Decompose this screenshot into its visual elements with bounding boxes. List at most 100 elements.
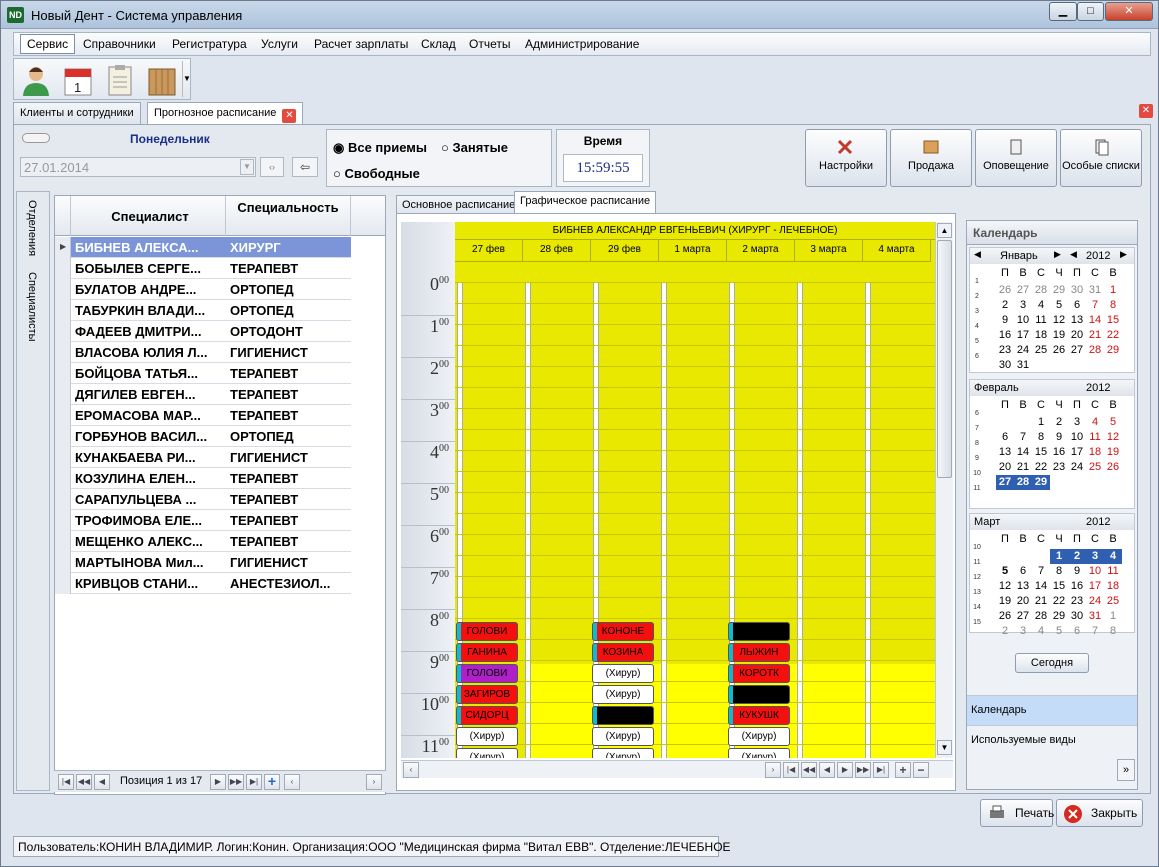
calendar-day[interactable]: 8: [1104, 298, 1122, 313]
appointment[interactable]: СИДОРЦ: [456, 706, 518, 725]
calendar-day[interactable]: 16: [996, 328, 1014, 343]
table-row[interactable]: МАРТЫНОВА Мил... ГИГИЕНИСТ: [55, 552, 351, 573]
appointment[interactable]: (Хирур): [592, 664, 654, 683]
menu-services[interactable]: Услуги: [261, 37, 298, 51]
appointment[interactable]: [592, 706, 654, 725]
calendar-day[interactable]: 28: [1032, 283, 1050, 298]
menu-service[interactable]: Сервис: [20, 34, 76, 54]
menu-registry[interactable]: Регистратура: [172, 37, 247, 51]
calendar-day[interactable]: 14: [1086, 313, 1104, 328]
calendar-day[interactable]: 6: [1068, 298, 1086, 313]
calendar-day[interactable]: 3: [1086, 549, 1104, 564]
calendar-day[interactable]: 3: [1014, 624, 1032, 639]
nav-calendar[interactable]: Календарь: [967, 695, 1137, 725]
calendar-day[interactable]: 27: [1014, 283, 1032, 298]
calendar-day[interactable]: 23: [1050, 460, 1068, 475]
maximize-button[interactable]: □: [1077, 2, 1104, 21]
calendar-day[interactable]: 16: [1050, 445, 1068, 460]
next-month-icon[interactable]: ▶: [1054, 249, 1061, 260]
calendar-day[interactable]: 3: [1014, 298, 1032, 313]
minimize-button[interactable]: ▁: [1049, 2, 1077, 21]
toolbar-dropdown-icon[interactable]: ▼: [182, 61, 191, 97]
date-field[interactable]: 27.01.2014 ▼: [20, 157, 256, 177]
appointment[interactable]: [728, 685, 790, 704]
first-icon[interactable]: |◀: [58, 774, 74, 790]
calendar-day[interactable]: 10: [1068, 430, 1086, 445]
calendar-day[interactable]: 24: [1068, 460, 1086, 475]
prev-month-icon[interactable]: ◀: [974, 249, 981, 260]
prev-page-icon[interactable]: ◀◀: [76, 774, 92, 790]
table-row[interactable]: ТАБУРКИН ВЛАДИ... ОРТОПЕД: [55, 300, 351, 321]
calendar-day[interactable]: 8: [1050, 564, 1068, 579]
calendar-day[interactable]: 4: [1032, 298, 1050, 313]
calendar-day[interactable]: 7: [1086, 298, 1104, 313]
calendar-day[interactable]: 13: [1068, 313, 1086, 328]
menu-references[interactable]: Справочники: [83, 37, 156, 51]
menu-reports[interactable]: Отчеты: [469, 37, 510, 51]
calendar-day[interactable]: 6: [996, 430, 1014, 445]
back-arrow-icon[interactable]: ⇦: [292, 157, 318, 177]
menu-warehouse[interactable]: Склад: [421, 37, 456, 51]
calendar-day[interactable]: 22: [1104, 328, 1122, 343]
calendar-day[interactable]: 5: [996, 564, 1014, 579]
col-specialist[interactable]: Специалист: [75, 209, 225, 224]
appointment[interactable]: (Хирур): [592, 727, 654, 746]
first-icon[interactable]: |◀: [783, 762, 799, 778]
calendar-day[interactable]: 21: [1014, 460, 1032, 475]
calendar-day[interactable]: 3: [1068, 415, 1086, 430]
calendar-day[interactable]: 11: [1086, 430, 1104, 445]
calendar-day[interactable]: 26: [996, 283, 1014, 298]
remove-icon[interactable]: −: [913, 762, 929, 778]
calendar-day[interactable]: 1: [1050, 549, 1068, 564]
table-row[interactable]: ГОРБУНОВ ВАСИЛ... ОРТОПЕД: [55, 426, 351, 447]
calendar-day[interactable]: 26: [996, 609, 1014, 624]
day-header[interactable]: 2 марта: [727, 240, 795, 262]
calendar-day[interactable]: 28: [1086, 343, 1104, 358]
radio-busy[interactable]: ○ Занятые: [441, 140, 508, 155]
appointment[interactable]: ГОЛОВИ: [456, 664, 518, 683]
calendar-day[interactable]: 19: [996, 594, 1014, 609]
close-all-icon[interactable]: ✕: [1139, 104, 1153, 118]
calendar-day[interactable]: 27: [1068, 343, 1086, 358]
appointment[interactable]: [728, 622, 790, 641]
calendar-day[interactable]: 23: [996, 343, 1014, 358]
print-button[interactable]: Печать: [980, 799, 1054, 827]
scroll-right-icon[interactable]: ›: [366, 774, 382, 790]
next-page-icon[interactable]: ▶▶: [855, 762, 871, 778]
appointment[interactable]: (Хирур): [456, 748, 518, 758]
calendar-day[interactable]: 13: [1014, 579, 1032, 594]
close-window-button[interactable]: ✕: [1105, 2, 1153, 21]
scroll-left-icon[interactable]: ‹: [284, 774, 300, 790]
calendar-day[interactable]: 1: [1104, 283, 1122, 298]
chevron-down-icon[interactable]: ▼: [240, 159, 254, 175]
radio-all[interactable]: ◉ Все приемы: [333, 140, 427, 156]
tab-departments[interactable]: Отделения: [26, 200, 38, 256]
calendar-day[interactable]: 28: [1032, 609, 1050, 624]
table-row[interactable]: ФАДЕЕВ ДМИТРИ... ОРТОДОНТ: [55, 321, 351, 342]
calendar-day[interactable]: 5: [1104, 415, 1122, 430]
calendar-day[interactable]: 21: [1032, 594, 1050, 609]
appointment[interactable]: КОРОТК: [728, 664, 790, 683]
calendar-day[interactable]: 25: [1104, 594, 1122, 609]
add-icon[interactable]: +: [264, 774, 280, 790]
calendar-day[interactable]: 20: [1014, 594, 1032, 609]
day-header[interactable]: 27 фев: [455, 240, 523, 262]
clipboard-icon[interactable]: [104, 63, 136, 97]
last-icon[interactable]: ▶|: [873, 762, 889, 778]
table-row[interactable]: КУНАКБАЕВА РИ... ГИГИЕНИСТ: [55, 447, 351, 468]
today-button[interactable]: Сегодня: [1015, 653, 1089, 673]
calendar-day[interactable]: 11: [1032, 313, 1050, 328]
next-year-icon[interactable]: ▶: [1120, 249, 1127, 260]
prev-icon[interactable]: ◀: [819, 762, 835, 778]
calendar-day[interactable]: 17: [1068, 445, 1086, 460]
calendar-day[interactable]: 9: [1068, 564, 1086, 579]
next-icon[interactable]: ▶: [210, 774, 226, 790]
table-row[interactable]: ЕРОМАСОВА МАР... ТЕРАПЕВТ: [55, 405, 351, 426]
appointment[interactable]: КУКУШК: [728, 706, 790, 725]
calendar-day[interactable]: 15: [1050, 579, 1068, 594]
calendar-day[interactable]: 24: [1014, 343, 1032, 358]
calendar-day[interactable]: 11: [1104, 564, 1122, 579]
horizontal-scrollbar[interactable]: ‹ › |◀ ◀◀ ◀ ▶ ▶▶ ▶| + −: [401, 760, 953, 778]
calendar-day[interactable]: 2: [1068, 549, 1086, 564]
calendar-day[interactable]: 29: [1032, 475, 1050, 490]
